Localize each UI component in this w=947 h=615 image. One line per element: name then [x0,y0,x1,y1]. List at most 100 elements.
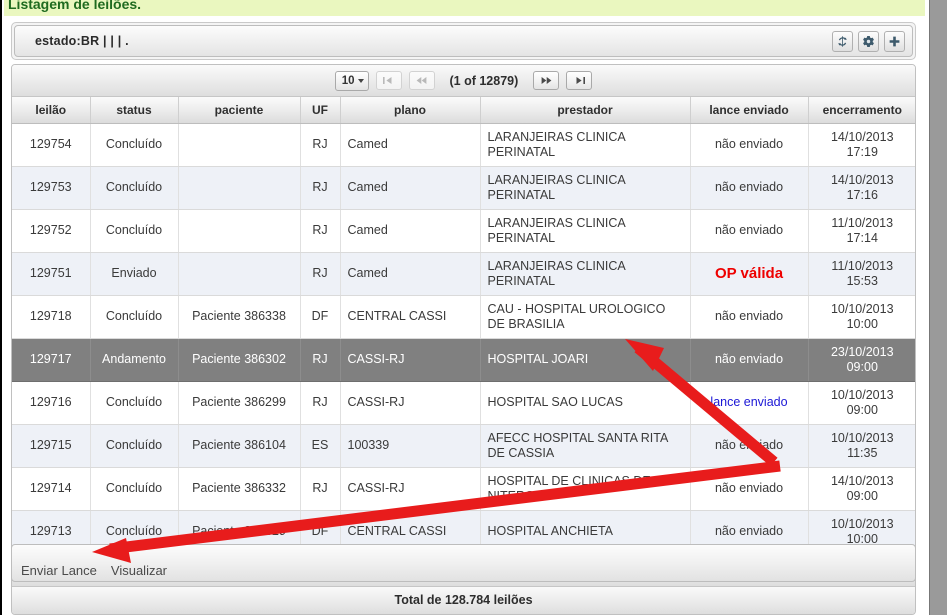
table-row[interactable]: 129751 Enviado RJ Camed LARANJEIRAS CLINICA … [12,252,915,296]
filter-query-text[interactable]: estado:BR | | | . [35,34,129,48]
gear-icon[interactable] [858,31,879,52]
table-row[interactable]: 129752 Concluído RJ Camed LARANJEIRAS CLINIC… [12,209,915,253]
totals-bar: Total de 128.784 leilões [12,585,915,614]
col-header-paciente[interactable]: paciente [178,97,301,124]
visualizar-button[interactable]: Visualizar [111,563,167,578]
cell-lance-enviado: não enviado [690,166,809,210]
col-header-encerramento[interactable]: encerramento [808,97,915,124]
table-row[interactable]: 129717 Andamento Paciente 386302 RJ CASSI-RJ… [12,338,915,382]
leiloes-grid-panel: 10 (1 of 12879) leilão status paciente U… [11,64,916,615]
col-header-plano[interactable]: plano [340,97,481,124]
page-frame: Listagem de leilões. estado:BR | | | . 1… [0,0,947,615]
cell-paciente [178,209,301,253]
cell-uf: DF [300,295,341,339]
chevron-down-icon [357,79,364,83]
cell-prestador: LARANJEIRAS CLINICA PERINATAL [480,209,691,253]
cell-status: Concluído [90,209,179,253]
cell-prestador: CAU - HOSPITAL UROLOGICO DE BRASILIA [480,295,691,339]
cell-encerramento: 10/10/2013 10:00 [808,295,915,339]
enviar-lance-button[interactable]: Enviar Lance [21,563,97,578]
cell-encerramento: 14/10/2013 17:16 [808,166,915,210]
plus-icon[interactable] [884,31,905,52]
cell-encerramento: 10/10/2013 11:35 [808,424,915,468]
cell-encerramento: 10/10/2013 09:00 [808,381,915,425]
cell-prestador: AFECC HOSPITAL SANTA RITA DE CASSIA [480,424,691,468]
table-row[interactable]: 129753 Concluído RJ Camed LARANJEIRAS CLINIC… [12,166,915,210]
page-info-top: (1 of 12879) [449,73,519,88]
action-links: Enviar Lance Visualizar [21,563,167,578]
cell-lance-enviado: não enviado [690,338,809,382]
cell-plano: CENTRAL CASSI [340,295,481,339]
cell-uf: RJ [300,338,341,382]
cell-prestador: LARANJEIRAS CLINICA PERINATAL [480,166,691,210]
col-header-status[interactable]: status [90,97,179,124]
cell-status: Concluído [90,295,179,339]
cell-plano: Camed [340,252,481,296]
col-header-leilao[interactable]: leilão [12,97,91,124]
cell-lance-enviado: não enviado [690,295,809,339]
cell-plano: Camed [340,123,481,167]
cell-uf: RJ [300,381,341,425]
cell-lance-enviado: não enviado [690,209,809,253]
cell-status: Concluído [90,166,179,210]
page-size-value-top: 10 [341,74,355,87]
cell-paciente: Paciente 386302 [178,338,301,382]
cell-plano: CASSI-RJ [340,467,481,511]
table-row[interactable]: 129754 Concluído RJ Camed LARANJEIRAS CLINIC… [12,123,915,167]
cell-lance-enviado: lance enviado [690,381,809,425]
table-body: 129754 Concluído RJ Camed LARANJEIRAS CLINIC… [12,123,915,554]
table-row[interactable]: 129715 Concluído Paciente 386104 ES 100339 AF… [12,424,915,468]
cell-paciente [178,123,301,167]
col-header-uf[interactable]: UF [300,97,341,124]
cell-encerramento: 11/10/2013 17:14 [808,209,915,253]
filter-toolbar [832,31,905,52]
cell-uf: RJ [300,123,341,167]
last-page-button-top[interactable] [566,71,593,90]
cell-plano: 100339 [340,424,481,468]
cell-status: Andamento [90,338,179,382]
cell-plano: Camed [340,209,481,253]
action-bar: Enviar Lance Visualizar [11,544,916,582]
op-valida-badge: OP válida [714,264,784,282]
totals-text: Total de 128.784 leilões [394,593,533,607]
lance-enviado-link[interactable]: lance enviado [710,395,787,409]
cell-uf: RJ [300,166,341,210]
next-page-button-top[interactable] [533,71,560,90]
cell-encerramento: 11/10/2013 15:53 [808,252,915,296]
col-header-prestador[interactable]: prestador [480,97,691,124]
window-scrollbar-gutter[interactable] [929,0,947,615]
cell-plano: Camed [340,166,481,210]
cell-paciente [178,252,301,296]
table-row[interactable]: 129718 Concluído Paciente 386338 DF CENTRAL … [12,295,915,339]
pager-top: 10 (1 of 12879) [12,65,915,97]
page-size-select-top[interactable]: 10 [334,70,369,91]
cell-prestador: HOSPITAL DE CLINICAS DE NITEROI [480,467,691,511]
prev-page-button-top[interactable] [408,71,435,90]
cell-lance-enviado: não enviado [690,123,809,167]
cell-prestador: LARANJEIRAS CLINICA PERINATAL [480,123,691,167]
cell-uf: RJ [300,209,341,253]
cell-uf: RJ [300,467,341,511]
cell-status: Enviado [90,252,179,296]
cell-leilao: 129717 [12,338,91,382]
col-header-lance-enviado[interactable]: lance enviado [690,97,809,124]
cell-status: Concluído [90,123,179,167]
first-page-button-top[interactable] [375,71,402,90]
cell-encerramento: 23/10/2013 09:00 [808,338,915,382]
cell-leilao: 129752 [12,209,91,253]
refresh-icon[interactable] [832,31,853,52]
table-row[interactable]: 129714 Concluído Paciente 386332 RJ CASSI-RJ… [12,467,915,511]
cell-encerramento: 14/10/2013 09:00 [808,467,915,511]
filter-bar-inner: estado:BR | | | . [14,25,913,57]
cell-paciente: Paciente 386338 [178,295,301,339]
cell-paciente: Paciente 386332 [178,467,301,511]
cell-paciente [178,166,301,210]
cell-prestador: HOSPITAL JOARI [480,338,691,382]
cell-paciente: Paciente 386299 [178,381,301,425]
cell-leilao: 129753 [12,166,91,210]
table-header-row: leilão status paciente UF plano prestado… [12,97,915,124]
cell-leilao: 129714 [12,467,91,511]
cell-uf: ES [300,424,341,468]
table-row[interactable]: 129716 Concluído Paciente 386299 RJ CASSI-RJ… [12,381,915,425]
cell-plano: CASSI-RJ [340,381,481,425]
